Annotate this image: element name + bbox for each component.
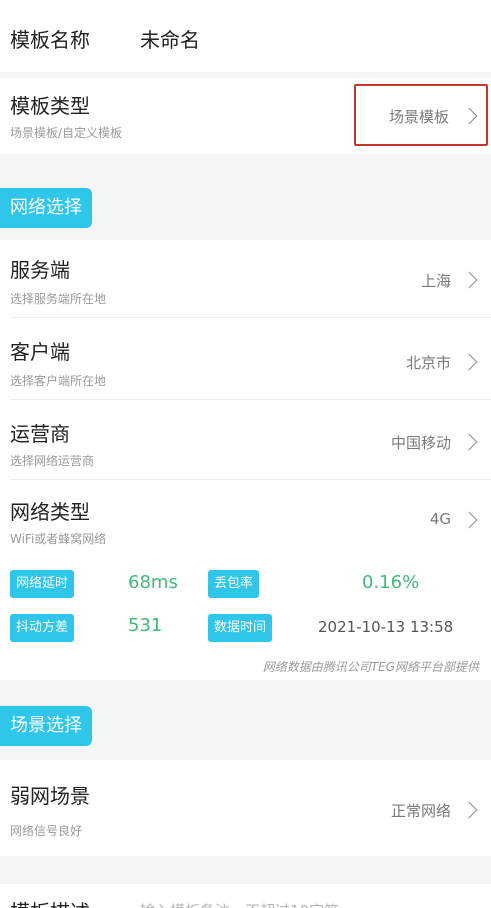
network-type-row[interactable]: 网络类型 WiFi或者蜂窝网络 4G xyxy=(0,480,491,558)
highlight-box xyxy=(354,84,488,146)
carrier-value[interactable]: 中国移动 xyxy=(391,432,451,453)
template-name-value[interactable]: 未命名 xyxy=(140,24,200,53)
template-desc-row[interactable]: 模板描述 输入模板备注，不超过10字符 xyxy=(0,884,491,908)
carrier-subtitle: 选择网络运营商 xyxy=(10,454,95,468)
network-section-tag: 网络选择 xyxy=(0,188,92,228)
client-row[interactable]: 客户端 选择客户端所在地 北京市 xyxy=(0,318,491,400)
loss-badge: 丢包率 xyxy=(208,570,260,598)
weak-network-row[interactable]: 弱网场景 网络信号良好 正常网络 xyxy=(0,760,491,856)
template-name-row[interactable]: 模板名称 未命名 xyxy=(0,0,491,72)
client-value[interactable]: 北京市 xyxy=(406,352,451,373)
server-title: 服务端 xyxy=(10,258,70,282)
data-time-value: 2021-10-13 13:58 xyxy=(318,618,454,636)
weak-network-value[interactable]: 正常网络 xyxy=(391,800,451,821)
network-metrics-panel: 网络延时 68ms 丢包率 0.16% 抖动方差 531 数据时间 2021-1… xyxy=(0,558,491,680)
chevron-right-icon xyxy=(460,433,478,451)
chevron-right-icon xyxy=(460,801,478,819)
network-type-title: 网络类型 xyxy=(10,500,90,524)
carrier-row[interactable]: 运营商 选择网络运营商 中国移动 xyxy=(0,400,491,480)
template-type-subtitle: 场景模板/自定义模板 xyxy=(10,126,123,140)
template-desc-input[interactable]: 输入模板备注，不超过10字符 xyxy=(140,900,339,908)
template-desc-label: 模板描述 xyxy=(10,896,90,908)
data-source-note: 网络数据由腾讯公司TEG网络平台部提供 xyxy=(262,660,479,674)
jitter-badge: 抖动方差 xyxy=(10,614,75,642)
client-title: 客户端 xyxy=(10,340,70,364)
server-row[interactable]: 服务端 选择服务端所在地 上海 xyxy=(0,240,491,318)
latency-badge: 网络延时 xyxy=(10,570,75,598)
server-subtitle: 选择服务端所在地 xyxy=(10,292,107,306)
template-name-label: 模板名称 xyxy=(10,28,90,52)
chevron-right-icon xyxy=(460,511,478,529)
jitter-value: 531 xyxy=(128,615,163,636)
latency-value: 68ms xyxy=(128,572,178,593)
chevron-right-icon xyxy=(460,271,478,289)
scene-section-tag: 场景选择 xyxy=(0,706,92,746)
network-type-subtitle: WiFi或者蜂窝网络 xyxy=(10,532,107,546)
client-subtitle: 选择客户端所在地 xyxy=(10,374,107,388)
data-time-badge: 数据时间 xyxy=(208,614,273,642)
template-type-row[interactable]: 模板类型 场景模板/自定义模板 场景模板 xyxy=(0,78,491,154)
weak-network-title: 弱网场景 xyxy=(10,784,90,808)
network-type-value[interactable]: 4G xyxy=(430,510,451,528)
carrier-title: 运营商 xyxy=(10,422,70,446)
template-type-title: 模板类型 xyxy=(10,94,90,118)
loss-value: 0.16% xyxy=(362,572,420,593)
weak-network-subtitle: 网络信号良好 xyxy=(10,824,83,838)
server-value[interactable]: 上海 xyxy=(421,270,451,291)
chevron-right-icon xyxy=(460,353,478,371)
